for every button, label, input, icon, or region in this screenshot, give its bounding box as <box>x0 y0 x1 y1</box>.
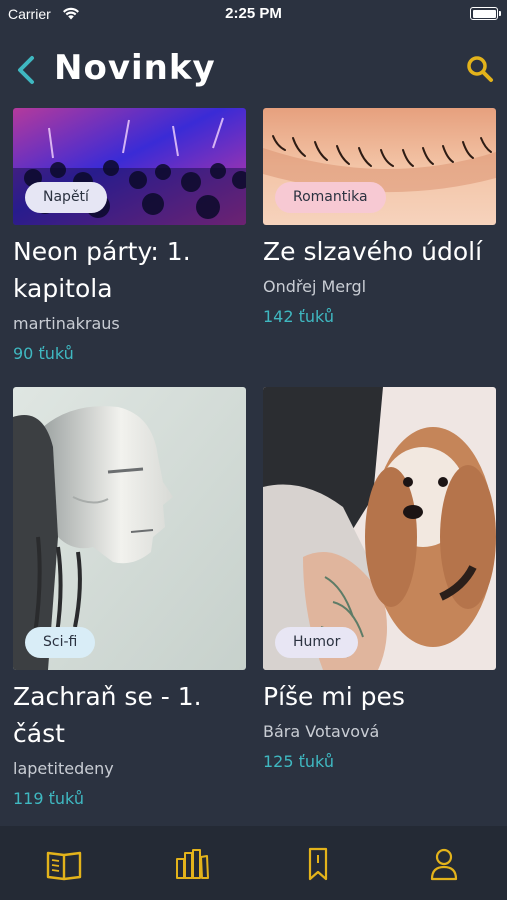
search-icon[interactable] <box>465 54 495 84</box>
story-title-line: Zachraň se - 1. <box>13 682 202 711</box>
genre-tag: Romantika <box>275 182 386 213</box>
story-title-line: Ze slzavého údolí <box>263 237 483 266</box>
bookmark-icon[interactable] <box>298 844 338 884</box>
library-books-icon[interactable] <box>171 844 211 884</box>
status-bar: Carrier 2:25 PM <box>0 0 507 28</box>
story-title: Neon párty: 1. kapitola <box>13 233 246 307</box>
clock: 2:25 PM <box>225 5 282 22</box>
tab-bar <box>0 826 507 900</box>
open-book-icon[interactable] <box>44 844 84 884</box>
story-author: Ondřej Mergl <box>263 277 367 296</box>
story-cover-image: Romantika <box>263 108 496 225</box>
story-title-line: kapitola <box>13 274 113 303</box>
story-cover-image: Humor <box>263 387 496 670</box>
story-author: martinakraus <box>13 314 120 333</box>
story-card[interactable]: Romantika Ze slzavého údolí Ondřej Mergl… <box>263 108 496 328</box>
story-title-line: Neon párty: 1. <box>13 237 191 266</box>
story-likes: 90 ťuků <box>13 344 74 363</box>
genre-tag: Humor <box>275 627 359 658</box>
story-likes: 142 ťuků <box>263 307 334 326</box>
story-author: lapetitedeny <box>13 759 114 778</box>
profile-icon[interactable] <box>424 844 464 884</box>
story-card[interactable]: Napětí Neon párty: 1. kapitola martinakr… <box>13 108 246 365</box>
story-author: Bára Votavová <box>263 722 380 741</box>
navigation-bar: Novinky <box>0 38 507 102</box>
story-grid: Napětí Neon párty: 1. kapitola martinakr… <box>0 102 507 826</box>
chevron-left-icon[interactable] <box>12 52 40 88</box>
story-card[interactable]: Humor Píše mi pes Bára Votavová 125 ťuků <box>263 387 496 773</box>
story-title-line: Píše mi pes <box>263 682 405 711</box>
story-title: Ze slzavého údolí <box>263 233 496 270</box>
story-cover-image: Sci-fi <box>13 387 246 670</box>
story-cover-image: Napětí <box>13 108 246 225</box>
story-card[interactable]: Sci-fi Zachraň se - 1. část lapetitedeny… <box>13 387 246 810</box>
genre-tag: Napětí <box>25 182 107 213</box>
app-screen: Carrier 2:25 PM Novinky Napětí Neon párt… <box>0 0 507 900</box>
genre-tag: Sci-fi <box>25 627 96 658</box>
battery-icon <box>470 7 501 20</box>
page-title: Novinky <box>54 48 216 88</box>
story-title: Píše mi pes <box>263 678 496 715</box>
story-title-line: část <box>13 719 65 748</box>
story-title: Zachraň se - 1. část <box>13 678 246 752</box>
story-likes: 119 ťuků <box>13 789 84 808</box>
story-likes: 125 ťuků <box>263 752 334 771</box>
